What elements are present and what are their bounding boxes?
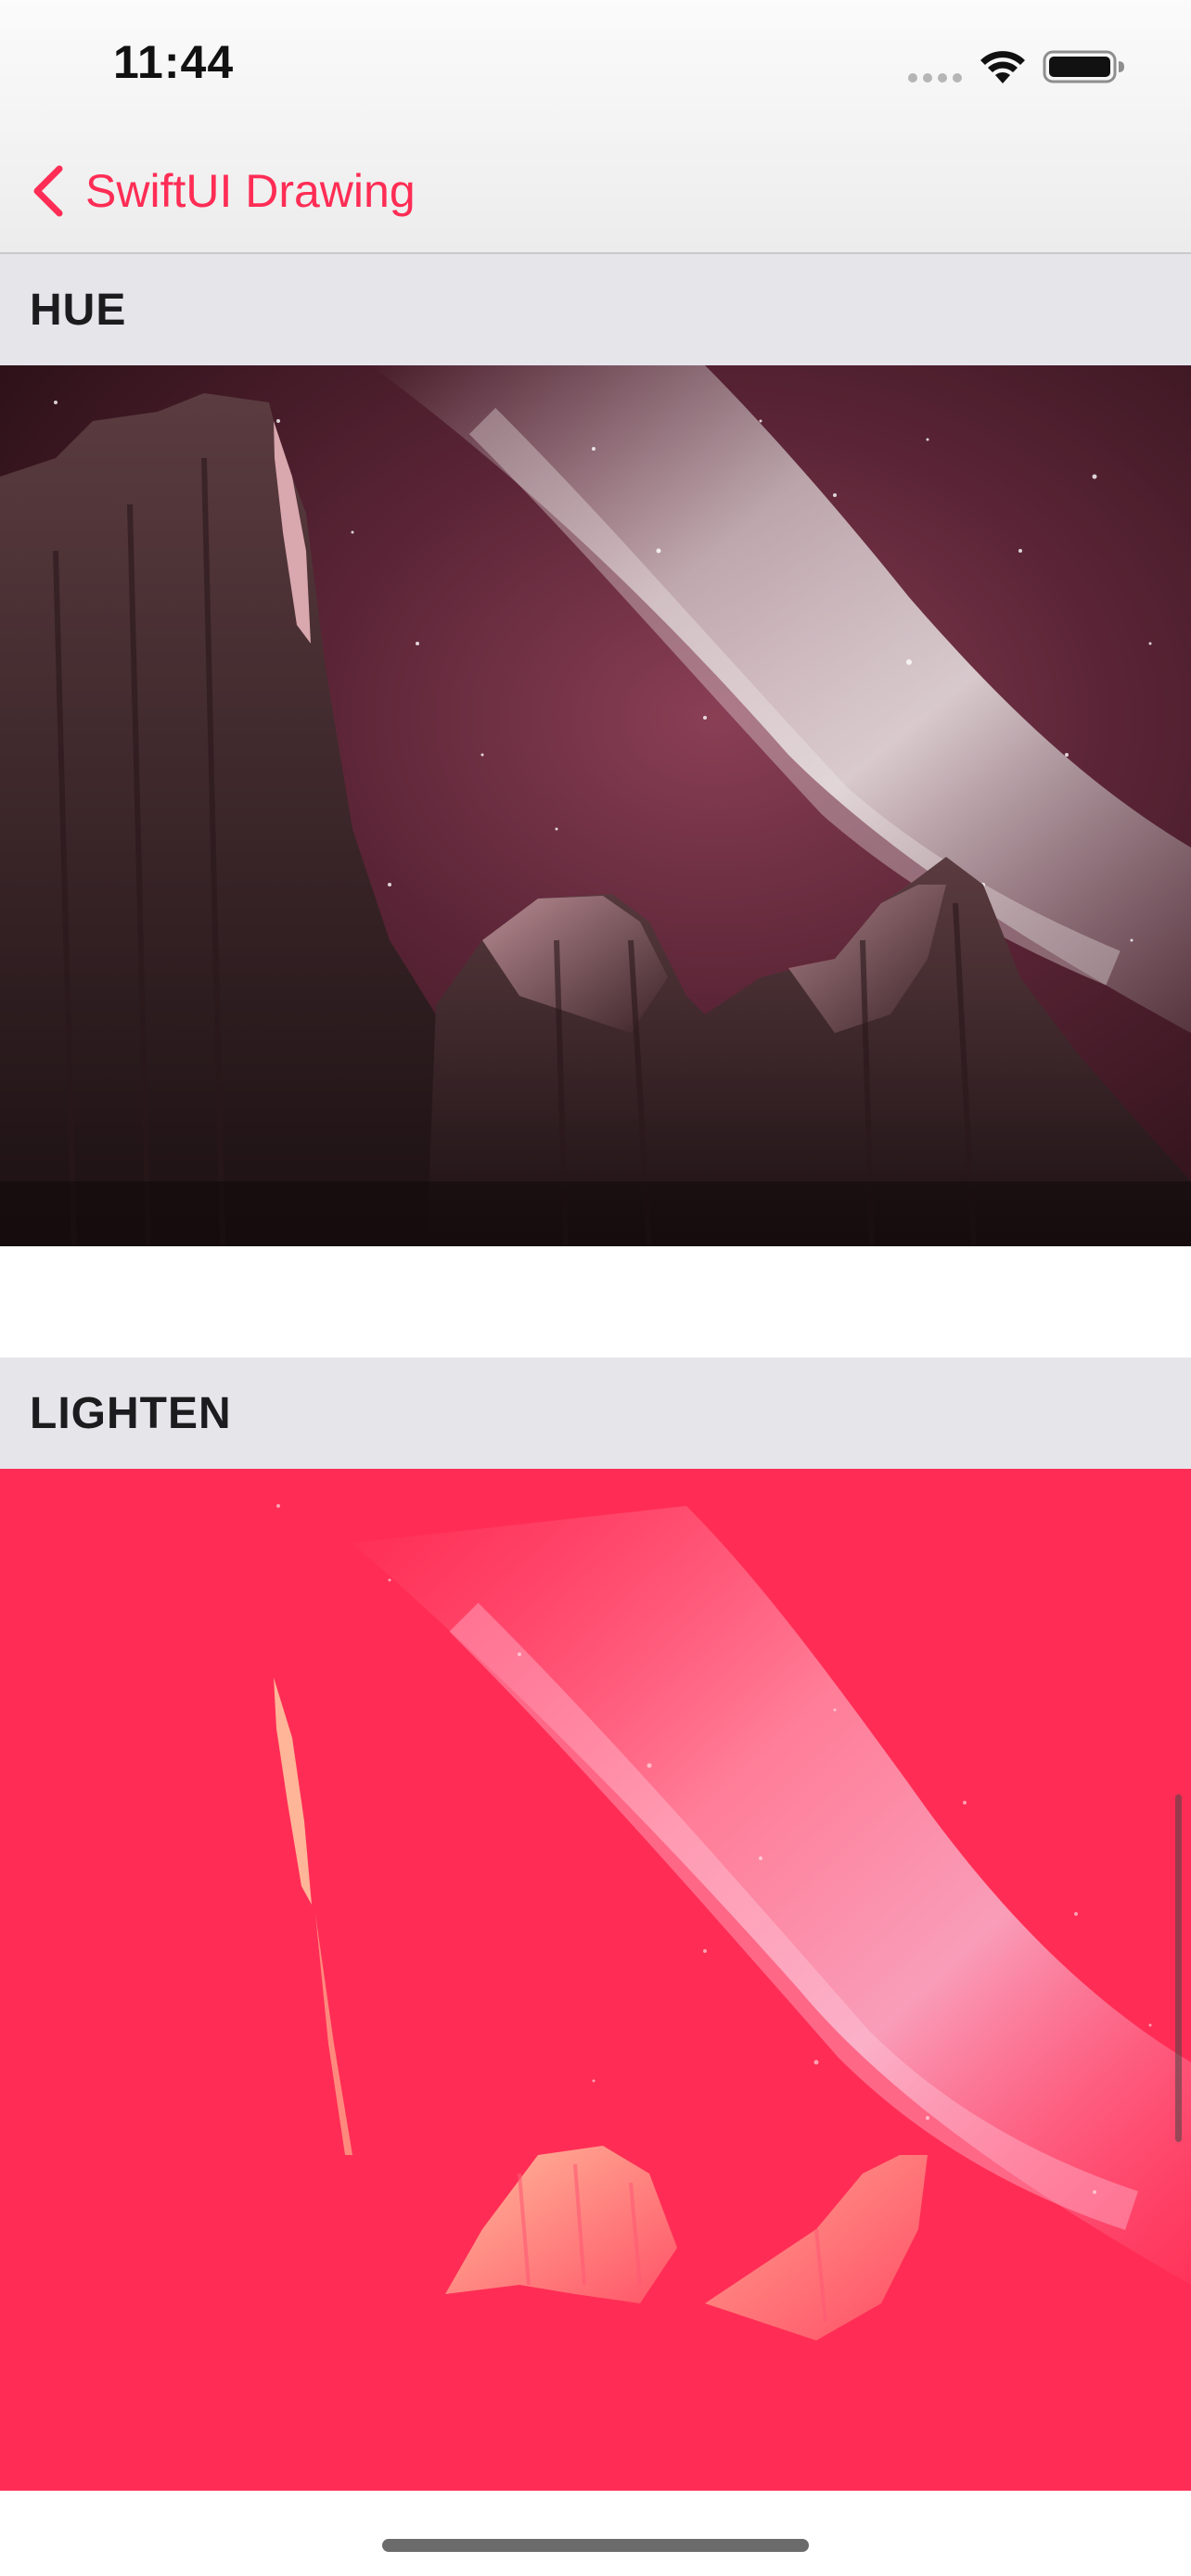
status-time: 11:44 bbox=[113, 36, 235, 88]
section-header-label: LIGHTEN bbox=[30, 1388, 232, 1438]
section-spacer bbox=[0, 1246, 1191, 1358]
cellular-signal-icon bbox=[908, 73, 962, 83]
lighten-blend-image bbox=[0, 1469, 1191, 2491]
back-button-label: SwiftUI Drawing bbox=[85, 165, 416, 217]
vertical-scroll-indicator[interactable] bbox=[1175, 1794, 1182, 2142]
battery-icon bbox=[1043, 50, 1124, 83]
back-button[interactable]: SwiftUI Drawing bbox=[28, 158, 416, 224]
section-header-hue: HUE bbox=[0, 254, 1191, 365]
navigation-bar: 11:44 SwiftUI Drawing bbox=[0, 0, 1191, 254]
home-indicator[interactable] bbox=[382, 2539, 809, 2552]
screen: 11:44 SwiftUI Drawing HUE LIGHTEN bbox=[0, 0, 1191, 2576]
section-header-label: HUE bbox=[30, 285, 127, 335]
hue-blend-image bbox=[0, 365, 1191, 1246]
wifi-icon bbox=[980, 51, 1025, 83]
chevron-left-icon bbox=[33, 165, 63, 217]
section-header-lighten: LIGHTEN bbox=[0, 1358, 1191, 1469]
